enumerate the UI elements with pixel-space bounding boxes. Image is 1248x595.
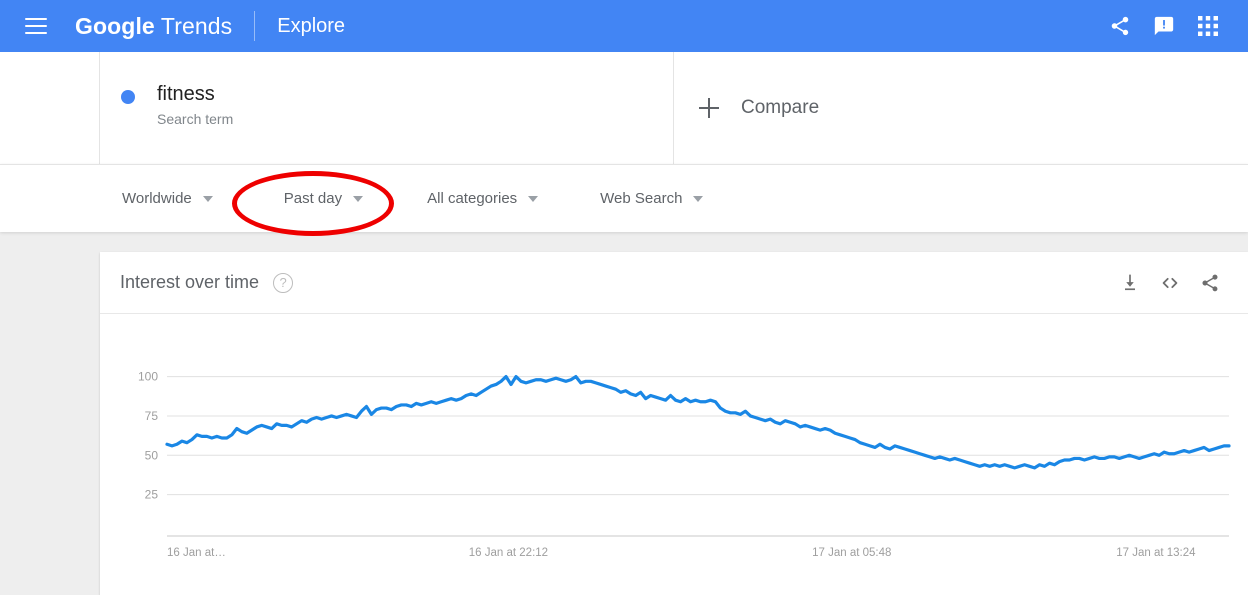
chart-y-tick-label: 75	[145, 409, 159, 423]
category-filter-label: All categories	[427, 190, 518, 207]
card-title: Interest over time	[120, 272, 260, 292]
google-trends-page: Google Trends Explore fitness Search ter…	[0, 0, 1248, 595]
location-filter[interactable]: Worldwide	[122, 190, 213, 207]
help-circle-icon[interactable]: ?	[273, 272, 294, 293]
card-header: Interest over time ?	[100, 252, 1248, 314]
brand-google-text: Google	[75, 12, 155, 39]
card-action-group	[1110, 263, 1230, 303]
feedback-icon[interactable]	[1142, 4, 1186, 48]
search-term-card[interactable]: fitness Search term	[100, 52, 674, 164]
apps-grid-icon[interactable]	[1186, 4, 1230, 48]
time-range-filter-label: Past day	[283, 190, 343, 207]
chevron-down-icon	[693, 195, 704, 202]
interest-over-time-chart[interactable]: 100 75 50 25 16 Jan at… 16 Jan at 22:12 17 Jan…	[100, 314, 1248, 594]
interest-over-time-card: Interest over time ? 100 75 50 25 16 Jan…	[100, 252, 1248, 595]
category-filter[interactable]: All categories	[427, 190, 539, 207]
chart-y-tick-label: 100	[138, 370, 158, 384]
chart-y-tick-label: 50	[145, 448, 159, 462]
chart-x-tick-label: 16 Jan at 22:12	[469, 547, 548, 559]
search-term-type: Search term	[157, 111, 234, 127]
header-icon-group	[1098, 4, 1248, 48]
series-color-dot	[121, 90, 135, 104]
share-icon[interactable]	[1190, 263, 1230, 303]
compare-button[interactable]: Compare	[674, 52, 1248, 164]
chevron-down-icon	[353, 195, 364, 202]
download-icon[interactable]	[1110, 263, 1150, 303]
time-range-filter[interactable]: Past day	[283, 190, 364, 207]
top-app-bar: Google Trends Explore	[0, 0, 1248, 52]
search-terms-row: fitness Search term Compare	[0, 52, 1248, 164]
chart-x-tick-label: 16 Jan at…	[167, 547, 226, 559]
google-trends-logo[interactable]: Google Trends	[75, 13, 232, 40]
terms-left-gutter	[0, 52, 100, 164]
location-filter-label: Worldwide	[122, 190, 192, 207]
brand-trends-text: Trends	[154, 12, 233, 39]
chart-x-tick-label: 17 Jan at 13:24	[1116, 547, 1196, 559]
explore-link[interactable]: Explore	[277, 15, 345, 38]
search-term-label: fitness	[157, 83, 215, 105]
chevron-down-icon	[202, 195, 213, 202]
embed-code-icon[interactable]	[1150, 263, 1190, 303]
filter-bar: Worldwide Past day All categories Web Se…	[0, 164, 1248, 232]
search-type-filter[interactable]: Web Search	[600, 190, 704, 207]
header-divider	[254, 11, 256, 41]
chart-x-tick-label: 17 Jan at 05:48	[812, 547, 891, 559]
chart-y-tick-label: 25	[145, 488, 159, 502]
chevron-down-icon	[528, 195, 539, 202]
chart-series-line	[165, 374, 1231, 470]
search-type-filter-label: Web Search	[600, 190, 683, 207]
hamburger-menu-icon[interactable]	[25, 18, 47, 34]
share-icon[interactable]	[1098, 4, 1142, 48]
chart-svg: 100 75 50 25 16 Jan at… 16 Jan at 22:12 17 Jan…	[138, 370, 1231, 559]
compare-label: Compare	[741, 97, 820, 118]
plus-icon	[699, 98, 719, 118]
